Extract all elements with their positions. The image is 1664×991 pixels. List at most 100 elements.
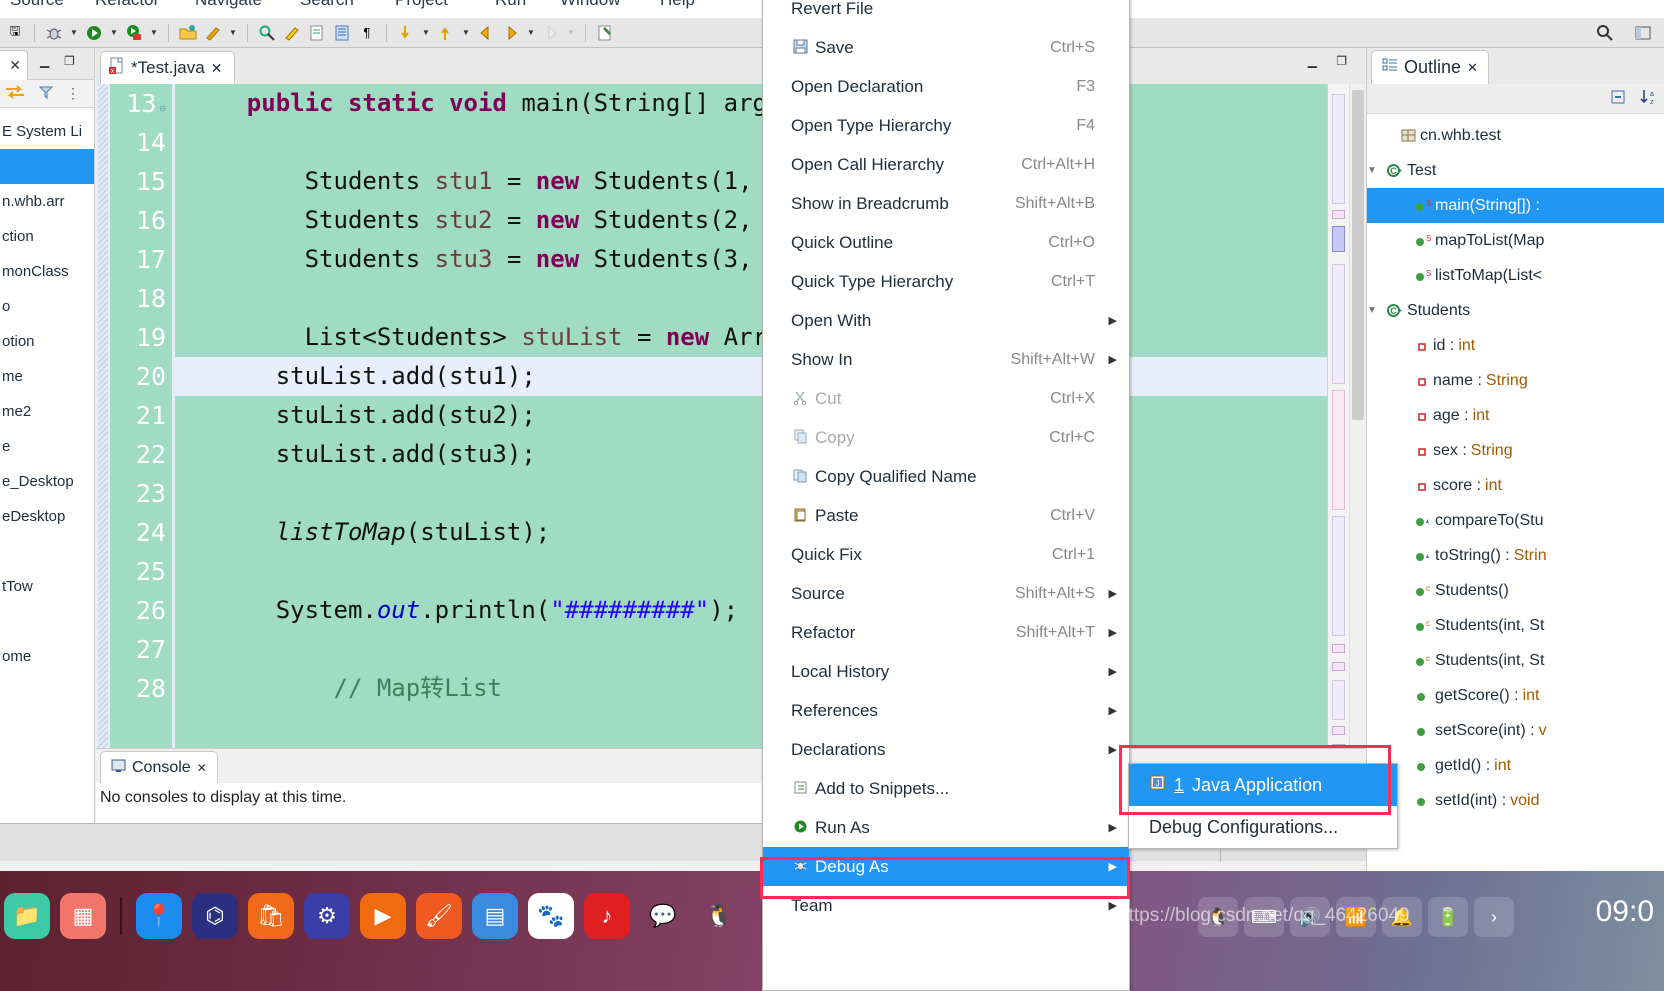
explorer-item[interactable]: E System Li — [0, 114, 94, 149]
code-line[interactable]: Students stu1 = new Students(1, "aa", 18… — [175, 162, 1327, 201]
cpu-monitor-icon[interactable]: ⌬ — [192, 893, 238, 939]
context-menu-item-open-type-hierarchy[interactable]: Open Type Hierarchy F4 — [763, 106, 1129, 145]
external-tools-icon[interactable] — [202, 22, 224, 44]
editor-tab-bar[interactable]: x *Test.java ✕ ▁ ❐ — [96, 48, 1365, 84]
editor-overview-ruler[interactable] — [1327, 84, 1349, 825]
context-menu-item-show-in[interactable]: Show In Shift+Alt+W ▶ — [763, 340, 1129, 379]
code-line[interactable]: List<Students> stuList = new ArrayList<>… — [175, 318, 1327, 357]
editor-body[interactable]: 13 ⊖ 14 15 16 17 18 19 20 21 22 23 24 25 26 27 28 public… — [96, 84, 1365, 825]
run-coverage-icon[interactable] — [123, 22, 145, 44]
outline-tab[interactable]: Outline ✕ — [1371, 50, 1489, 84]
menu-item-run[interactable]: Run — [495, 0, 526, 10]
next-annotation-icon[interactable] — [395, 22, 417, 44]
search-icon[interactable] — [256, 22, 278, 44]
link-with-editor-icon[interactable] — [4, 84, 26, 104]
explorer-item[interactable] — [0, 604, 94, 639]
outline-item-id[interactable]: id : int — [1367, 328, 1664, 363]
run-dropdown-caret[interactable]: ▼ — [108, 28, 120, 37]
editor-tab-test-java[interactable]: x *Test.java ✕ — [100, 51, 236, 84]
collapse-all-icon[interactable] — [1610, 89, 1626, 109]
context-menu-item-revert-file[interactable]: Revert File — [763, 0, 1129, 28]
pin-icon[interactable]: 📍 — [136, 893, 182, 939]
close-icon[interactable]: ✕ — [9, 57, 21, 74]
editor-vertical-scrollbar[interactable] — [1349, 84, 1365, 748]
console-tab[interactable]: Console ✕ — [100, 751, 218, 783]
outline-item-name[interactable]: name : String — [1367, 363, 1664, 398]
debug-as-submenu[interactable]: J 1 Java Application Debug Configuration… — [1128, 763, 1398, 849]
coverage-dropdown-caret[interactable]: ▼ — [148, 28, 160, 37]
context-menu-item-show-in-breadcrumb[interactable]: Show in Breadcrumb Shift+Alt+B — [763, 184, 1129, 223]
code-line[interactable]: listToMap(stuList); — [175, 513, 1327, 552]
code-editor-panel[interactable]: x *Test.java ✕ ▁ ❐ 13 ⊖ 14 15 16 17 18 19 20 21 22… — [96, 48, 1365, 825]
explorer-tree[interactable]: E System Li n.whb.arr ction monClass o otion m… — [0, 108, 94, 674]
explorer-item[interactable] — [0, 534, 94, 569]
maximize-icon[interactable]: ❐ — [64, 54, 75, 68]
outline-item-age[interactable]: age : int — [1367, 398, 1664, 433]
minimize-icon[interactable]: ▁ — [40, 54, 49, 68]
back-icon[interactable] — [475, 22, 497, 44]
netease-music-icon[interactable]: ♪ — [584, 893, 630, 939]
explorer-item[interactable]: o — [0, 289, 94, 324]
explorer-item[interactable]: n.whb.arr — [0, 184, 94, 219]
submenu-item-java-application[interactable]: J 1 Java Application — [1129, 764, 1397, 806]
perspective-icon[interactable] — [1632, 22, 1654, 44]
settings-icon[interactable]: ⚙ — [304, 893, 350, 939]
view-menu-icon[interactable]: ⋮ — [66, 85, 80, 102]
search-icon[interactable] — [1594, 22, 1616, 44]
history-caret[interactable]: ▼ — [525, 28, 537, 37]
explorer-item[interactable]: me2 — [0, 394, 94, 429]
context-menu-item-local-history[interactable]: Local History ▶ — [763, 652, 1129, 691]
code-line[interactable]: // Map转List — [175, 669, 1327, 708]
menu-item-source[interactable]: Source — [10, 0, 64, 10]
context-menu-item-references[interactable]: References ▶ — [763, 691, 1129, 730]
scrollbar-thumb[interactable] — [1352, 90, 1364, 420]
toolbar-right-group[interactable] — [1594, 18, 1654, 48]
outline-item-maptolist-map[interactable]: SmapToList(Map — [1367, 223, 1664, 258]
menu-item-help[interactable]: Help — [660, 0, 695, 10]
prev-annotation-caret[interactable]: ▼ — [460, 28, 472, 37]
explorer-item[interactable] — [0, 149, 94, 184]
context-menu-item-open-declaration[interactable]: Open Declaration F3 — [763, 67, 1129, 106]
context-menu-item-run-as[interactable]: Run As ▶ — [763, 808, 1129, 847]
context-menu-item-refactor[interactable]: Refactor Shift+Alt+T ▶ — [763, 613, 1129, 652]
outline-item-students-int-st[interactable]: c Students(int, St — [1367, 643, 1664, 678]
outline-item-getid[interactable]: getId() : int — [1367, 748, 1664, 783]
outline-item-tostring[interactable]: toString() : Strin — [1367, 538, 1664, 573]
code-line[interactable]: public static void main(String[] args) { — [175, 84, 1327, 123]
chevron-down-icon[interactable]: ▼ — [1367, 293, 1379, 328]
close-icon[interactable]: ✕ — [211, 60, 223, 77]
outline-item-main-string[interactable]: Smain(String[]) : — [1367, 188, 1664, 223]
editor-code-area[interactable]: public static void main(String[] args) {… — [175, 84, 1327, 748]
menu-item-project[interactable]: Project — [395, 0, 448, 10]
context-menu-item-open-call-hierarchy[interactable]: Open Call Hierarchy Ctrl+Alt+H — [763, 145, 1129, 184]
battery-icon[interactable]: 🔋 — [1428, 897, 1468, 937]
new-editor-icon[interactable] — [594, 22, 616, 44]
explorer-toolbar[interactable]: ⋮ — [0, 80, 94, 108]
menu-item-window[interactable]: Window — [560, 0, 620, 10]
context-menu-item-add-to-snippets[interactable]: Add to Snippets... — [763, 769, 1129, 808]
context-menu-item-quick-fix[interactable]: Quick Fix Ctrl+1 — [763, 535, 1129, 574]
outline-item-cn-whb-test[interactable]: cn.whb.test — [1367, 118, 1664, 153]
code-line[interactable] — [175, 552, 1327, 591]
media-player-icon[interactable]: ▶ — [360, 893, 406, 939]
outline-item-setscore-int[interactable]: setScore(int) : v — [1367, 713, 1664, 748]
code-line[interactable]: stuList.add(stu3); — [175, 435, 1327, 474]
code-line[interactable]: System.out.println("#########"); — [175, 591, 1327, 630]
outline-item-students[interactable]: c Students() — [1367, 573, 1664, 608]
explorer-tab[interactable]: ✕ — [0, 50, 28, 80]
package-explorer-panel[interactable]: ✕ ▁ ❐ ⋮ E System Li n.whb.arr ction monClas… — [0, 48, 95, 823]
expand-icon[interactable]: › — [1474, 897, 1514, 937]
toggle-block-icon[interactable] — [331, 22, 353, 44]
close-icon[interactable]: ✕ — [197, 761, 207, 775]
office-icon[interactable]: ▤ — [472, 893, 518, 939]
context-menu-item-declarations[interactable]: Declarations ▶ — [763, 730, 1129, 769]
outline-item-compareto-stu[interactable]: compareTo(Stu — [1367, 503, 1664, 538]
marker-icon[interactable] — [281, 22, 303, 44]
outline-toolbar[interactable]: az — [1367, 84, 1664, 114]
context-menu-item-team[interactable]: Team ▶ — [763, 886, 1129, 925]
explorer-item[interactable]: tTow — [0, 569, 94, 604]
explorer-item[interactable]: e — [0, 429, 94, 464]
code-line[interactable]: Students stu2 = new Students(2, "bb", 19… — [175, 201, 1327, 240]
explorer-tab-bar[interactable]: ✕ ▁ ❐ — [0, 48, 94, 80]
context-menu-item-paste[interactable]: Paste Ctrl+V — [763, 496, 1129, 535]
